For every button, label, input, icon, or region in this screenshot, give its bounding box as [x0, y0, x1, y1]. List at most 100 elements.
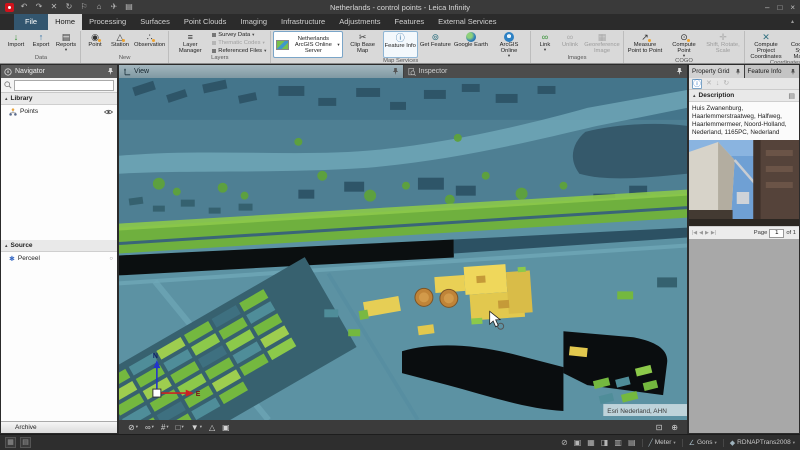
netherlands-arcgis-online-server-button[interactable]: Netherlands ArcGIS Online Server ▾	[273, 31, 343, 58]
tab-home[interactable]: Home	[48, 14, 83, 30]
tree-item-perceel[interactable]: ✱ Perceel ○	[1, 252, 117, 265]
tab-imaging[interactable]: Imaging	[233, 14, 274, 30]
shift-rotate-scale-button[interactable]: ✛ Shift, Rotate, Scale	[704, 31, 742, 58]
new-station-button[interactable]: △ Station	[108, 31, 132, 55]
capture-button[interactable]: ▣	[222, 423, 230, 432]
grid-visibility-icon[interactable]: ▦	[587, 438, 595, 447]
view-3d-button[interactable]: □ ▾	[176, 423, 184, 432]
tab-external-services[interactable]: External Services	[431, 14, 503, 30]
send-icon[interactable]: ✈	[109, 0, 119, 14]
link-mode-button[interactable]: ∞ ▾	[145, 423, 154, 432]
tab-property-grid[interactable]: Property Grid	[689, 65, 744, 78]
frame-extent-icon: ⊡	[655, 422, 663, 432]
tab-point-clouds[interactable]: Point Clouds	[177, 14, 234, 30]
google-earth-button[interactable]: Google Earth	[453, 31, 489, 58]
points-tree-icon	[9, 107, 17, 116]
pin-icon[interactable]	[735, 68, 741, 75]
visibility-eye-icon[interactable]	[104, 109, 113, 115]
library-section-header[interactable]: ▴ Library	[1, 93, 117, 105]
reports-button[interactable]: ▤ Reports ▾	[54, 31, 78, 55]
first-page-button[interactable]: |◀	[692, 230, 697, 236]
radio-circle-icon[interactable]: ○	[109, 256, 113, 262]
tab-view[interactable]: View	[119, 65, 403, 78]
tab-feature-info[interactable]: Feature Info	[744, 65, 799, 78]
frame-extent-button[interactable]: ⊡	[656, 423, 663, 432]
compute-point-button[interactable]: ⊙ Compute Point ▾	[665, 31, 703, 58]
feature-info-button[interactable]: ⓘ Feature Info	[382, 31, 418, 58]
tab-infrastructure[interactable]: Infrastructure	[274, 14, 332, 30]
terrain-button[interactable]: △	[209, 423, 215, 432]
refresh-feature-icon[interactable]: ↻	[723, 78, 729, 90]
get-feature-button[interactable]: ⊚ Get Feature	[419, 31, 452, 58]
coordinate-system-manager-button[interactable]: Coordinate System Manager	[786, 31, 800, 60]
search-input[interactable]	[14, 79, 114, 91]
angle-unit-dropdown[interactable]: ∠ Gons ▾	[681, 438, 717, 447]
tab-surfaces[interactable]: Surfaces	[133, 14, 177, 30]
archive-panel-button[interactable]: Archive	[1, 421, 117, 433]
pin-icon[interactable]	[790, 68, 796, 75]
split-view-icon[interactable]: ◨	[601, 438, 609, 447]
layer-manager-button[interactable]: ≡ Layer Manager	[171, 31, 209, 55]
pan-button[interactable]: ⊕	[671, 423, 678, 432]
delete-feature-icon[interactable]: ✕	[706, 78, 712, 90]
maximize-button[interactable]: □	[777, 3, 782, 12]
flag-icon[interactable]: ⚐	[79, 0, 89, 14]
home-icon[interactable]: ⌂	[94, 0, 104, 14]
ribbon-collapse-button[interactable]: ▴	[791, 14, 800, 30]
arcgis-online-button[interactable]: ArcGIS Online ▾	[490, 31, 528, 58]
link-button[interactable]: ∞ Link ▾	[533, 31, 557, 55]
tab-processing[interactable]: Processing	[82, 14, 133, 30]
close-button[interactable]: ×	[790, 3, 795, 12]
measure-point-to-point-button[interactable]: ↗ Measure Point to Point	[626, 31, 664, 58]
tab-features[interactable]: Features	[388, 14, 432, 30]
points-visibility-icon[interactable]: ▣	[574, 438, 582, 447]
list-visibility-icon[interactable]: ▤	[628, 438, 636, 447]
save-feature-icon[interactable]: ↓	[716, 78, 720, 90]
referenced-files-button[interactable]: Referenced Files ▾	[212, 48, 266, 54]
minimize-button[interactable]: –	[765, 3, 769, 12]
compute-project-coordinates-button[interactable]: ✕ Compute Project Coordinates	[747, 31, 785, 60]
group-label-new: New	[118, 55, 131, 61]
survey-data-button[interactable]: Survey Data ▾	[212, 32, 266, 38]
log-toggle-icon[interactable]: ▤	[20, 437, 31, 448]
page-number-input[interactable]	[769, 228, 785, 238]
map-canvas[interactable]: N E Esri Nederland, AHN	[119, 78, 687, 420]
form-view-icon[interactable]: ▤	[788, 92, 795, 100]
crs-dropdown[interactable]: ◆ RDNAPTrans2008 ▾	[722, 438, 795, 447]
select-mode-button[interactable]: ⊘ ▾	[128, 423, 138, 432]
unlink-button[interactable]: ∞ Unlink	[558, 31, 582, 55]
card-icon[interactable]: ▤	[124, 0, 134, 14]
pin-icon[interactable]	[676, 68, 683, 75]
pin-icon[interactable]	[392, 68, 399, 75]
georeference-image-button[interactable]: ▦ Georeference Image	[583, 31, 621, 55]
no-filter-icon[interactable]: ⊘	[561, 438, 568, 447]
pin-icon[interactable]	[107, 68, 114, 75]
refresh-icon[interactable]: ↻	[64, 0, 74, 14]
source-section-header[interactable]: ▴ Source	[1, 240, 117, 252]
last-page-button[interactable]: ▶|	[711, 230, 716, 236]
info-button[interactable]: ⓘ	[692, 78, 702, 89]
export-button[interactable]: ↑ Export	[29, 31, 53, 55]
new-point-button[interactable]: ◉ Point	[83, 31, 107, 55]
tab-adjustments[interactable]: Adjustments	[332, 14, 387, 30]
clip-base-map-button[interactable]: ✂ Clip Base Map	[344, 31, 382, 58]
next-page-button[interactable]: ▶	[705, 230, 709, 236]
delete-icon[interactable]: ✕	[49, 0, 59, 14]
map-view[interactable]: N E Esri Nederland, AHN	[119, 78, 687, 420]
rows-visibility-icon[interactable]: ▥	[614, 438, 622, 447]
new-observation-button[interactable]: ∴ Observation	[133, 31, 166, 55]
tree-item-points[interactable]: Points	[1, 105, 117, 118]
feature-photo[interactable]	[689, 140, 799, 226]
thematic-codes-button[interactable]: Thematic Codes ▾	[212, 40, 266, 46]
description-section-header[interactable]: ▴ Description ▤	[689, 90, 799, 102]
redo-icon[interactable]: ↷	[34, 0, 44, 14]
prev-page-button[interactable]: ◀	[699, 230, 703, 236]
filters-button[interactable]: ▼ ▾	[191, 423, 202, 432]
undo-icon[interactable]: ↶	[19, 0, 29, 14]
snap-grid-button[interactable]: # ▾	[161, 423, 169, 432]
grid-toggle-icon[interactable]: ▦	[5, 437, 16, 448]
distance-unit-dropdown[interactable]: ╱ Meter ▾	[641, 438, 676, 447]
import-button[interactable]: ↓ Import	[4, 31, 28, 55]
tab-file[interactable]: File	[14, 14, 49, 30]
tab-inspector[interactable]: Inspector	[403, 65, 687, 78]
